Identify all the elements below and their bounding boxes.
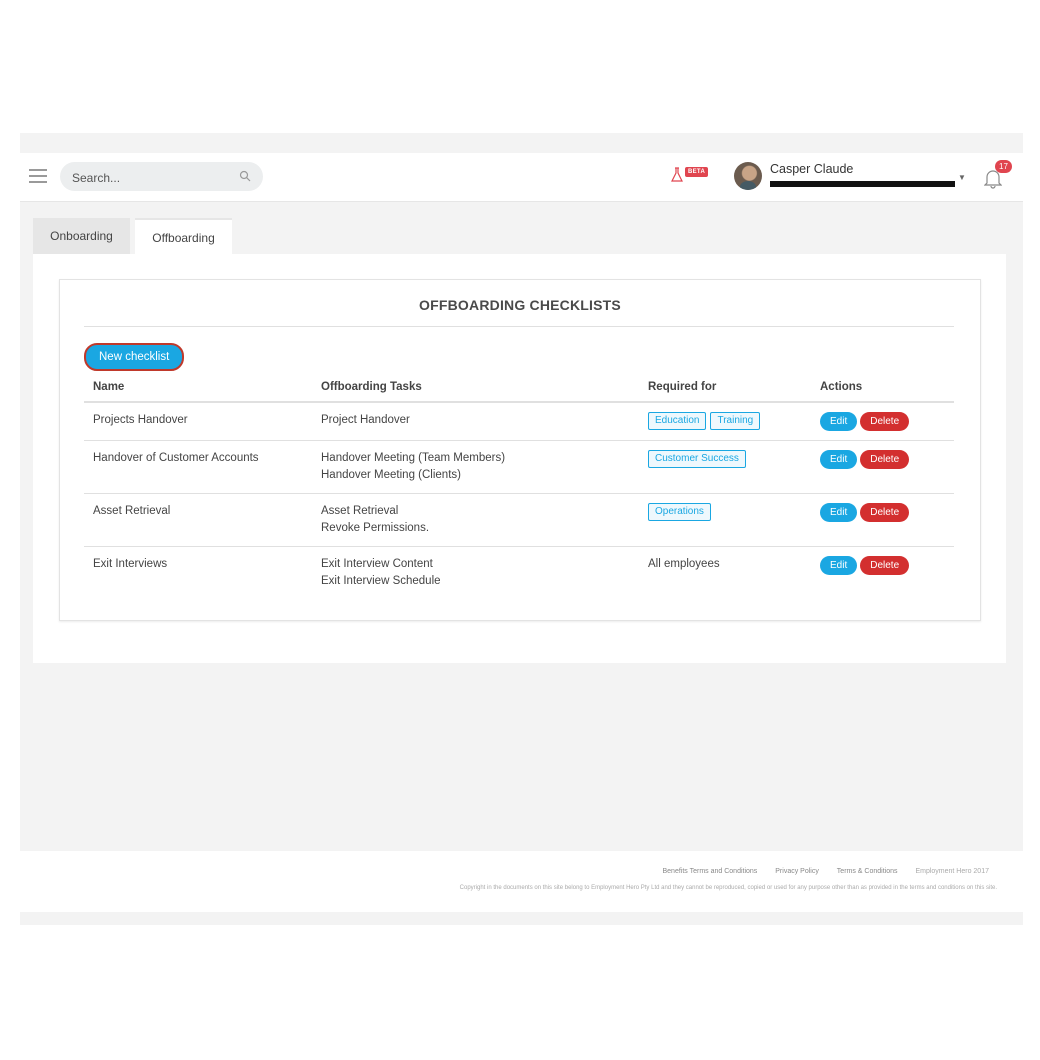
column-header-required[interactable]: Required for: [639, 373, 811, 403]
beta-badge: BETA: [685, 167, 709, 177]
copyright-text: Copyright in the documents on this site …: [459, 885, 997, 891]
delete-button[interactable]: Delete: [860, 412, 910, 431]
table-row: Asset Retrieval Asset Retrieval Revoke P…: [84, 493, 954, 547]
beta-labs-button[interactable]: BETA: [671, 165, 713, 187]
task-item: Handover Meeting (Team Members): [321, 452, 506, 464]
row-actions: Edit Delete: [811, 493, 954, 547]
edit-button[interactable]: Edit: [820, 450, 858, 469]
footer-link-benefits-terms[interactable]: Benefits Terms and Conditions: [663, 868, 758, 875]
column-header-tasks[interactable]: Offboarding Tasks: [312, 373, 639, 403]
notification-count: 17: [995, 160, 1012, 173]
footer-link-terms[interactable]: Terms & Conditions: [837, 868, 898, 875]
tab-offboarding[interactable]: Offboarding: [135, 218, 232, 254]
required-tags: Operations: [639, 493, 811, 547]
task-list: Exit Interview Content Exit Interview Sc…: [312, 547, 639, 600]
tag-education[interactable]: Education: [648, 412, 707, 430]
top-bar: BETA Casper Claude ▼ 17: [20, 153, 1023, 202]
row-actions: Edit Delete: [811, 440, 954, 494]
row-actions: Edit Delete: [811, 402, 954, 441]
edit-button[interactable]: Edit: [820, 412, 858, 431]
chevron-down-icon[interactable]: ▼: [958, 173, 966, 182]
row-actions: Edit Delete: [811, 547, 954, 600]
tag-training[interactable]: Training: [710, 412, 761, 430]
user-name[interactable]: Casper Claude: [770, 162, 853, 176]
task-item: Handover Meeting (Clients): [321, 469, 461, 481]
footer: Benefits Terms and Conditions Privacy Po…: [20, 851, 1023, 912]
footer-links: Benefits Terms and Conditions Privacy Po…: [647, 868, 990, 875]
notifications-button[interactable]: 17: [984, 160, 1012, 189]
title-divider: [84, 326, 954, 327]
required-tags: Education Training: [639, 402, 811, 441]
redacted-email-bar: [770, 181, 955, 187]
tab-onboarding[interactable]: Onboarding: [33, 218, 130, 254]
task-item: Exit Interview Schedule: [321, 575, 441, 587]
column-header-actions: Actions: [811, 373, 954, 403]
checklists-card: OFFBOARDING CHECKLISTS New checklist Nam…: [59, 279, 981, 621]
task-list: Asset Retrieval Revoke Permissions.: [312, 493, 639, 547]
task-item: Exit Interview Content: [321, 558, 433, 570]
menu-icon[interactable]: [29, 169, 47, 183]
new-checklist-button[interactable]: New checklist: [84, 343, 185, 371]
column-header-name[interactable]: Name: [84, 373, 312, 403]
flask-icon: [671, 167, 683, 182]
search-input[interactable]: [70, 168, 234, 187]
page-title: OFFBOARDING CHECKLISTS: [419, 297, 621, 313]
search-box[interactable]: [60, 162, 263, 191]
checklist-name[interactable]: Asset Retrieval: [84, 493, 312, 547]
tag-operations[interactable]: Operations: [648, 503, 711, 521]
avatar[interactable]: [734, 162, 762, 190]
task-item: Revoke Permissions.: [321, 522, 430, 534]
delete-button[interactable]: Delete: [860, 556, 910, 575]
delete-button[interactable]: Delete: [860, 450, 910, 469]
app-frame: BETA Casper Claude ▼ 17 Onboarding Offbo…: [20, 133, 1023, 925]
tag-customer-success[interactable]: Customer Success: [648, 450, 746, 468]
checklist-name[interactable]: Exit Interviews: [84, 547, 312, 600]
task-list: Handover Meeting (Team Members) Handover…: [312, 440, 639, 494]
table-row: Exit Interviews Exit Interview Content E…: [84, 547, 954, 600]
required-tags: Customer Success: [639, 440, 811, 494]
table-row: Projects Handover Project Handover Educa…: [84, 402, 954, 441]
checklists-table: Name Offboarding Tasks Required for Acti…: [84, 373, 954, 599]
checklist-name[interactable]: Handover of Customer Accounts: [84, 440, 312, 494]
delete-button[interactable]: Delete: [860, 503, 910, 522]
edit-button[interactable]: Edit: [820, 503, 858, 522]
main-content: OFFBOARDING CHECKLISTS New checklist Nam…: [33, 254, 1006, 663]
search-icon[interactable]: [239, 170, 251, 182]
checklist-name[interactable]: Projects Handover: [84, 402, 312, 441]
footer-brand: Employment Hero 2017: [915, 868, 989, 875]
table-row: Handover of Customer Accounts Handover M…: [84, 440, 954, 494]
footer-link-privacy[interactable]: Privacy Policy: [775, 868, 819, 875]
task-list: Project Handover: [312, 402, 639, 441]
required-text: All employees: [648, 558, 720, 570]
task-item: Asset Retrieval: [321, 505, 399, 517]
task-item: Project Handover: [321, 414, 410, 426]
edit-button[interactable]: Edit: [820, 556, 858, 575]
